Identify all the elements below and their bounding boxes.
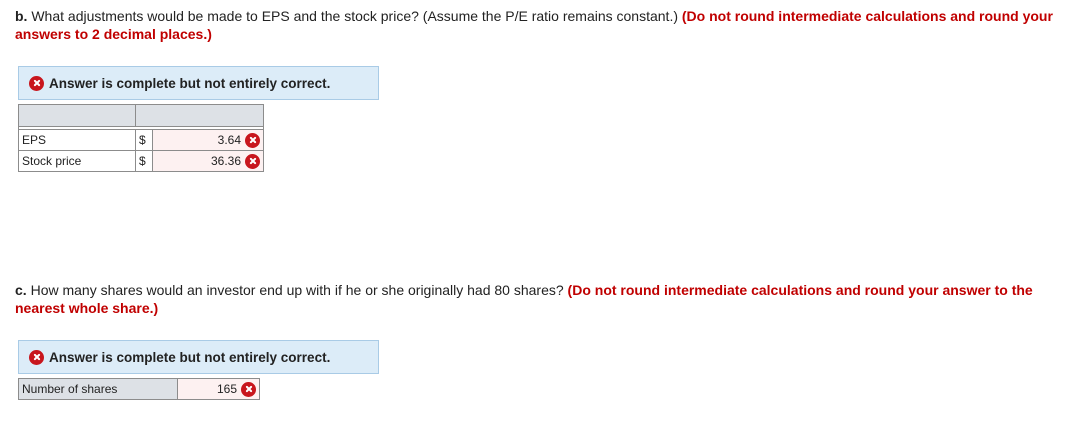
row-label-shares: Number of shares xyxy=(18,378,178,400)
x-circle-icon xyxy=(241,381,256,397)
answer-status-banner-b: Answer is complete but not entirely corr… xyxy=(18,66,379,100)
x-circle-icon xyxy=(29,75,44,91)
x-circle-icon xyxy=(245,153,260,169)
answer-status-text-b: Answer is complete but not entirely corr… xyxy=(49,75,331,91)
stock-price-input[interactable]: 36.36 xyxy=(152,150,264,172)
answer-status-banner-c: Answer is complete but not entirely corr… xyxy=(18,340,379,374)
eps-input[interactable]: 3.64 xyxy=(152,129,264,151)
question-c-text: How many shares would an investor end up… xyxy=(30,282,564,298)
table-row-eps: EPS $ 3.64 xyxy=(18,129,264,151)
currency-symbol: $ xyxy=(135,129,153,151)
table-row-stock-price: Stock price $ 36.36 xyxy=(18,150,264,172)
question-b: b. What adjustments would be made to EPS… xyxy=(15,7,1055,43)
answer-table-c: Number of shares 165 xyxy=(18,378,260,400)
eps-value: 3.64 xyxy=(217,133,241,147)
table-row-shares: Number of shares 165 xyxy=(18,378,260,400)
x-circle-icon xyxy=(245,132,260,148)
row-label-stock-price: Stock price xyxy=(18,150,136,172)
header-cell-label xyxy=(18,104,136,127)
answer-status-text-c: Answer is complete but not entirely corr… xyxy=(49,349,331,365)
currency-symbol: $ xyxy=(135,150,153,172)
header-cell-value xyxy=(135,104,264,127)
x-circle-icon xyxy=(29,349,44,365)
question-b-letter: b. xyxy=(15,8,28,24)
stock-price-value: 36.36 xyxy=(210,154,241,168)
question-c-letter: c. xyxy=(15,282,27,298)
question-c: c. How many shares would an investor end… xyxy=(15,281,1055,317)
row-label-eps: EPS xyxy=(18,129,136,151)
answer-table-b: EPS $ 3.64 Stock price $ 36.36 xyxy=(18,104,264,172)
shares-value: 165 xyxy=(216,382,237,396)
question-b-text: What adjustments would be made to EPS an… xyxy=(31,8,678,24)
shares-input[interactable]: 165 xyxy=(177,378,260,400)
table-header-row xyxy=(18,104,264,127)
